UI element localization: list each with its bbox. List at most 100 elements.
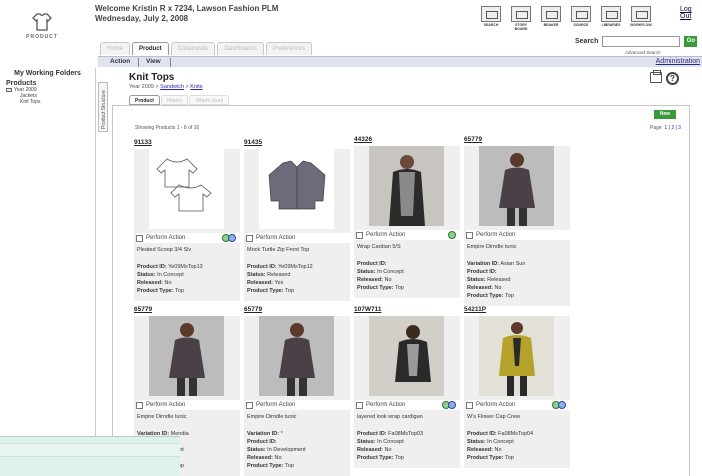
product-name: Empire Dirndle tunic	[137, 414, 187, 420]
perform-action-checkbox[interactable]	[466, 231, 473, 239]
share-icon[interactable]	[228, 234, 236, 242]
tab-product-list[interactable]: Product	[129, 95, 160, 105]
workflow-icon[interactable]: WORKFLOW	[630, 6, 652, 31]
share-icon[interactable]	[448, 401, 456, 409]
libraries-icon[interactable]: LIBRARIES	[600, 6, 622, 31]
product-image[interactable]	[479, 316, 554, 396]
source-icon[interactable]: SOURCE	[570, 6, 592, 31]
product-detail-row: Status: Released	[467, 277, 511, 283]
story-board-icon[interactable]: STORY BOARD	[510, 6, 532, 31]
perform-action-checkbox[interactable]	[136, 401, 143, 409]
product-id-link[interactable]: 107W711	[354, 306, 460, 316]
product-structure-toggle[interactable]: Product Structure	[98, 82, 108, 132]
breadcrumb-sandwich[interactable]: Sandwich	[160, 84, 184, 90]
advanced-search-link[interactable]: Advanced Search	[625, 50, 661, 55]
product-details: Variation ID: * Product ID: Status: In De…	[247, 430, 306, 470]
perform-action-checkbox[interactable]	[246, 234, 253, 242]
product-image[interactable]	[149, 316, 224, 396]
product-detail-row: Released: No	[357, 447, 392, 453]
results-count: Showing Products 1 - 8 of 16	[135, 125, 200, 131]
beaker-icon[interactable]: BEAKER	[540, 6, 562, 31]
working-folders-title: My Working Folders	[14, 70, 81, 77]
breadcrumb-knits[interactable]: Knits	[190, 84, 202, 90]
view-menu[interactable]: View	[146, 57, 161, 67]
perform-action-checkbox[interactable]	[136, 234, 143, 242]
main-tabs: Home Product Collaborate Dashboards Pref…	[100, 42, 313, 55]
product-detail-row: Product ID: Ye09MsTop13	[137, 264, 203, 270]
product-detail-row: Released: Yes	[247, 280, 284, 286]
product-id-link[interactable]: 91435	[244, 139, 350, 149]
product-image[interactable]	[259, 149, 334, 229]
product-image[interactable]	[369, 316, 444, 396]
perform-action[interactable]: Perform Action	[356, 230, 462, 240]
product-detail-row: Product Type: Top	[247, 288, 294, 294]
help-icon[interactable]: ?	[666, 72, 679, 85]
product-details: Product ID: Ye09MsTop12 Status: Released R…	[247, 263, 313, 295]
search-label: Search	[575, 38, 599, 45]
product-image[interactable]	[369, 146, 444, 226]
perform-action-checkbox[interactable]	[246, 401, 253, 409]
product-details: Product ID: Fa08MsTop03 Status: In Concep…	[357, 430, 423, 462]
tab-collaborate[interactable]: Collaborate	[170, 42, 216, 55]
product-id-link[interactable]: 65779	[244, 306, 350, 316]
action-menu[interactable]: Action	[110, 57, 130, 67]
search-input[interactable]	[602, 36, 681, 47]
share-icon[interactable]	[558, 401, 566, 409]
breadcrumb: Year 2009 > Sandwich > Knits	[129, 84, 203, 90]
tree-item-knit-tops[interactable]: Knit Tops	[20, 99, 95, 105]
product-detail-row: Status: In Development	[247, 447, 306, 453]
perform-action[interactable]: Perform Action	[136, 400, 242, 410]
product-name: layered look wrap cardigan	[357, 414, 423, 420]
product-image[interactable]	[149, 149, 224, 229]
product-detail-row: Product ID:	[247, 439, 277, 445]
page-links[interactable]: 1 | 2 | 3	[664, 125, 681, 131]
tab-product[interactable]: Product	[132, 42, 169, 55]
product-detail-row: Released: No	[467, 285, 502, 291]
product-detail-row: Product Type: Top	[357, 285, 404, 291]
search-module-icon[interactable]: SEARCH	[480, 6, 502, 31]
card-icons	[442, 401, 456, 409]
product-id-link[interactable]: 91133	[134, 139, 240, 149]
products-section: Products	[6, 80, 37, 87]
perform-action-checkbox[interactable]	[466, 401, 473, 409]
pagination: Page 1 | 2 | 3	[650, 125, 681, 131]
tab-where-used[interactable]: Where Used	[189, 95, 230, 105]
perform-action-checkbox[interactable]	[356, 231, 363, 239]
product-name: Empire Dirndle tunic	[247, 414, 297, 420]
product-card: 65779 Perform Action Empire Dirndle tunic V…	[244, 306, 352, 476]
print-icon[interactable]	[650, 70, 662, 83]
product-id-link[interactable]: 44326	[354, 136, 460, 146]
perform-action[interactable]: Perform Action	[466, 230, 572, 240]
tab-home[interactable]: Home	[100, 42, 131, 55]
product-detail-row: Released: No	[247, 455, 282, 461]
product-detail-row: Status: In Concept	[467, 439, 514, 445]
tab-preferences[interactable]: Preferences	[265, 42, 313, 55]
perform-action-checkbox[interactable]	[356, 401, 363, 409]
perform-action[interactable]: Perform Action	[246, 233, 352, 243]
product-id-link[interactable]: 65779	[464, 136, 570, 146]
product-detail-row: Status: In Concept	[137, 272, 184, 278]
tab-dashboards[interactable]: Dashboards	[217, 42, 264, 55]
product-detail-row: Product ID:	[357, 261, 387, 267]
product-detail-row: Released: No	[137, 280, 172, 286]
product-id-link[interactable]: 65779	[134, 306, 240, 316]
perform-action[interactable]: Perform Action	[246, 400, 352, 410]
product-image[interactable]	[259, 316, 334, 396]
go-button[interactable]: Go	[684, 36, 698, 47]
logout-link[interactable]: Log Out	[680, 6, 702, 20]
new-button[interactable]: New	[654, 110, 676, 119]
product-card: 91133 Perform Action Pleated Scoop 3/4 Slv…	[134, 139, 242, 301]
logo-label: PRODUCT	[26, 34, 58, 40]
product-logo: PRODUCT	[22, 12, 62, 40]
welcome-user: Welcome Kristin R x 7234, Lawson Fashion…	[95, 4, 279, 13]
collaborate-icon[interactable]	[448, 231, 456, 239]
bottom-overlay-panel	[0, 436, 180, 476]
tab-history[interactable]: History	[160, 95, 189, 105]
shirt-icon	[32, 13, 52, 31]
product-details: Product ID: Ye09MsTop13 Status: In Concep…	[137, 263, 203, 295]
product-image[interactable]	[479, 146, 554, 226]
product-id-link[interactable]: 54211P	[464, 306, 570, 316]
product-details: Product ID: Status: In Concept Released: …	[357, 260, 404, 292]
administration-link[interactable]: Administration	[656, 57, 700, 67]
product-detail-row: Product Type: Top	[137, 288, 184, 294]
